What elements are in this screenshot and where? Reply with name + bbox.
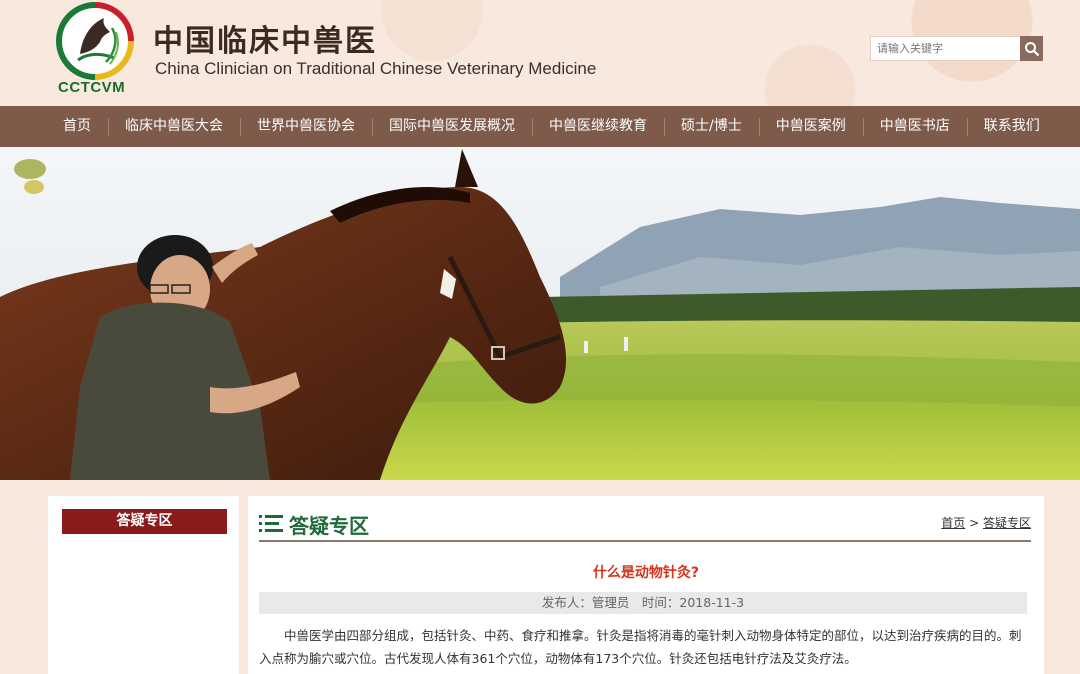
nav-item-international-overview[interactable]: 国际中兽医发展概况 (372, 106, 532, 147)
search-button[interactable] (1020, 36, 1043, 61)
breadcrumb-home[interactable]: 首页 (941, 516, 965, 530)
article-meta: 发布人：管理员 时间：2018-11-3 (259, 592, 1027, 614)
main-nav: 首页 临床中兽医大会 世界中兽医协会 国际中兽医发展概况 中兽医继续教育 硕士/… (0, 106, 1080, 147)
nav-item-world-association[interactable]: 世界中兽医协会 (240, 106, 372, 147)
hero-banner (0, 147, 1080, 480)
site-title-chinese[interactable]: 中国临床中兽医 (153, 16, 377, 60)
nav-item-home[interactable]: 首页 (46, 106, 108, 147)
breadcrumb: 首页 > 答疑专区 (941, 514, 1031, 531)
nav-item-clinical-congress[interactable]: 临床中兽医大会 (108, 106, 240, 147)
breadcrumb-current[interactable]: 答疑专区 (983, 516, 1031, 530)
search-input[interactable] (870, 36, 1021, 61)
site-title-english: China Clinician on Traditional Chinese V… (155, 59, 597, 78)
search-icon (1024, 41, 1039, 56)
banner-image (0, 147, 1080, 480)
logo-emblem[interactable] (56, 2, 134, 80)
logo-abbreviation: CCTCVM (58, 79, 126, 96)
nav-item-contact[interactable]: 联系我们 (966, 106, 1057, 147)
nav-item-bookstore[interactable]: 中兽医书店 (862, 106, 967, 147)
article-title: 什么是动物针灸? (592, 565, 700, 581)
breadcrumb-separator: > (969, 516, 980, 530)
nav-item-master-phd[interactable]: 硕士/博士 (664, 106, 759, 147)
article-body: 中兽医学由四部分组成，包括针灸、中药、食疗和推拿。针灸是指将消毒的毫针刺入动物身… (259, 628, 1022, 666)
sidebar: 答疑专区 (48, 496, 239, 674)
list-icon (259, 515, 283, 532)
section-title: 答疑专区 (289, 514, 369, 538)
site-header: CCTCVM 中国临床中兽医 China Clinician on Tradit… (0, 0, 1080, 106)
nav-item-continuing-education[interactable]: 中兽医继续教育 (532, 106, 664, 147)
main-content: 答疑专区 首页 > 答疑专区 什么是动物针灸? 发布人：管理员 时间：2018-… (248, 496, 1044, 674)
nav-item-cases[interactable]: 中兽医案例 (758, 106, 863, 147)
section-header: 答疑专区 首页 > 答疑专区 (259, 506, 1031, 542)
sidebar-title[interactable]: 答疑专区 (62, 509, 227, 534)
